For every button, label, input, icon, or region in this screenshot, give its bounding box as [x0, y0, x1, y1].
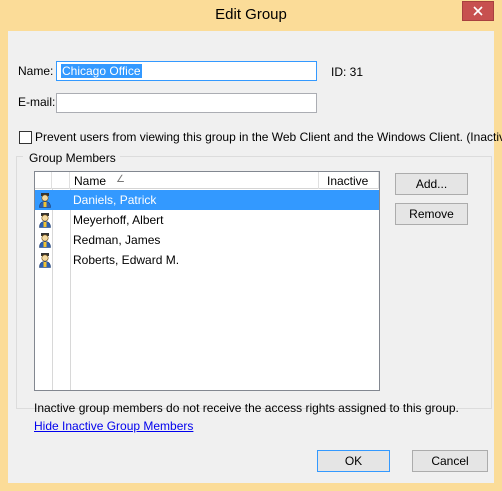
header-inactive[interactable]: Inactive [319, 172, 379, 189]
hide-inactive-link[interactable]: Hide Inactive Group Members [34, 419, 193, 433]
member-name: Roberts, Edward M. [73, 253, 180, 267]
edit-group-window: Edit Group Name: Chicago Office ID: 31 E… [0, 0, 502, 491]
member-row[interactable]: Roberts, Edward M. [35, 250, 379, 270]
dialog-body: Name: Chicago Office ID: 31 E-mail: Prev… [8, 31, 502, 483]
member-name: Meyerhoff, Albert [73, 213, 164, 227]
email-label: E-mail: [18, 95, 56, 109]
header-name-label: Name [74, 174, 107, 188]
header-name[interactable]: Name ∠ [70, 172, 319, 189]
member-row[interactable]: Redman, James [35, 230, 379, 250]
close-icon [473, 6, 483, 16]
user-icon [39, 213, 51, 228]
prevent-viewing-checkbox[interactable] [19, 131, 32, 144]
window-title: Edit Group [215, 6, 287, 23]
email-field[interactable] [56, 93, 317, 113]
ok-button[interactable]: OK [317, 450, 390, 472]
prevent-viewing-label[interactable]: Prevent users from viewing this group in… [35, 130, 502, 144]
remove-member-button[interactable]: Remove [395, 203, 468, 225]
group-id: ID: 31 [331, 65, 364, 79]
sort-ascending-icon: ∠ [116, 174, 125, 185]
user-icon [39, 253, 51, 268]
name-field-value: Chicago Office [61, 64, 142, 78]
name-label: Name: [18, 64, 54, 78]
user-icon [39, 193, 51, 208]
name-field[interactable]: Chicago Office [56, 61, 317, 81]
title-bar[interactable]: Edit Group [0, 0, 502, 31]
user-icon [39, 233, 51, 248]
member-name: Daniels, Patrick [73, 193, 157, 207]
inactive-note: Inactive group members do not receive th… [34, 401, 459, 415]
close-button[interactable] [462, 1, 494, 21]
header-icon-col[interactable] [35, 172, 52, 189]
member-row[interactable]: Meyerhoff, Albert [35, 210, 379, 230]
cancel-button[interactable]: Cancel [412, 450, 488, 472]
member-name: Redman, James [73, 233, 161, 247]
member-row[interactable]: Daniels, Patrick [35, 190, 379, 210]
list-header: Name ∠ Inactive [35, 172, 379, 189]
members-list[interactable]: Name ∠ Inactive Daniels, Patrick Meyerhof… [34, 171, 380, 391]
group-members-title: Group Members [23, 151, 120, 165]
add-member-button[interactable]: Add... [395, 173, 468, 195]
header-blank-col[interactable] [52, 172, 70, 189]
